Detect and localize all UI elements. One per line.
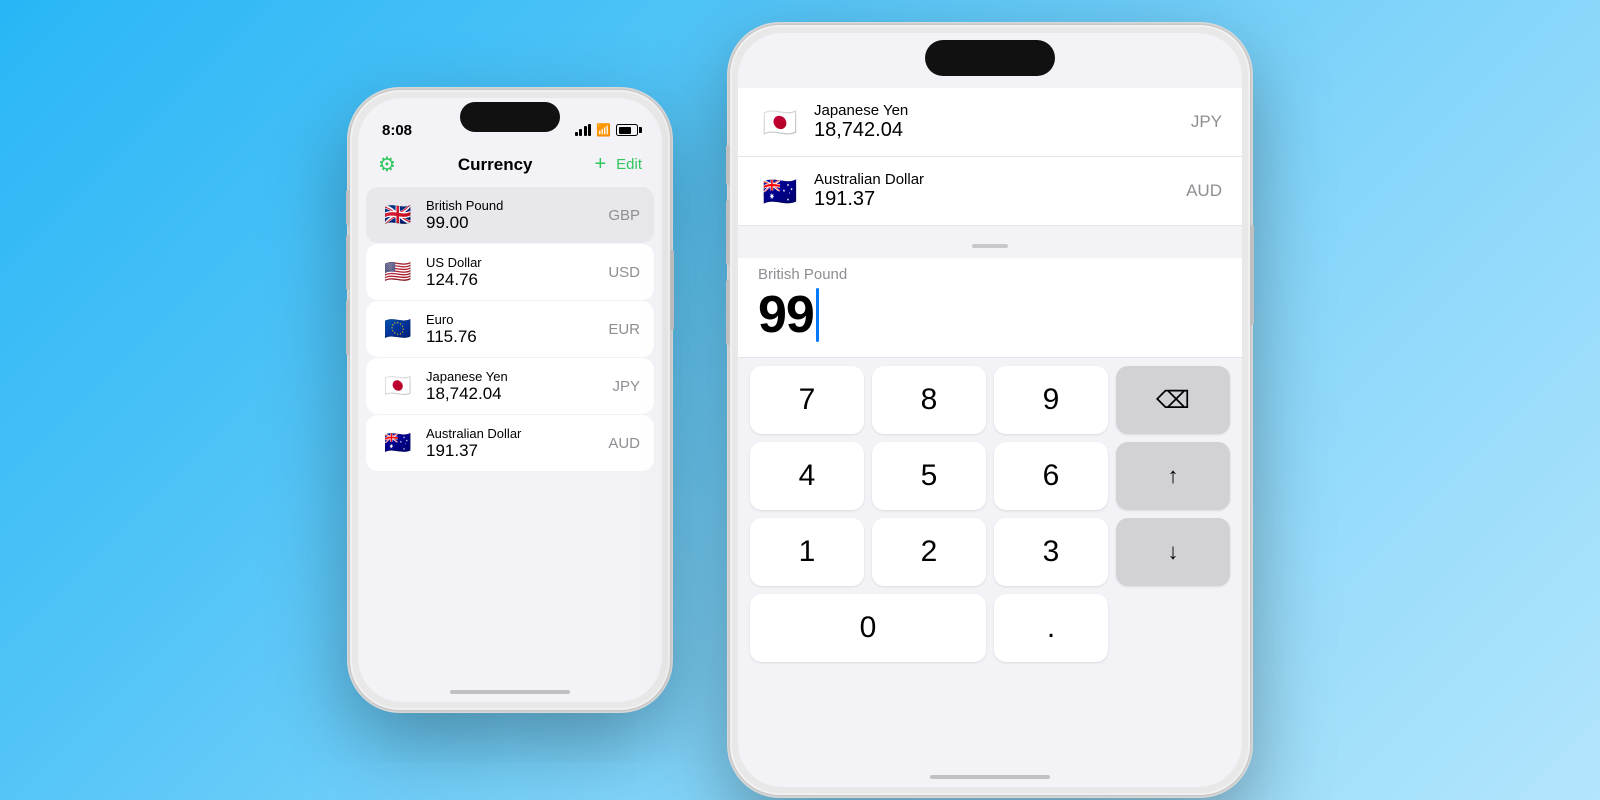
list-item[interactable]: 🇪🇺 Euro 115.76 EUR <box>366 301 654 357</box>
volume-down-button <box>346 300 350 355</box>
currency-code: EUR <box>608 321 640 338</box>
mute-button <box>346 190 350 225</box>
down-arrow-icon: ↓ <box>1168 539 1179 565</box>
key-7[interactable]: 7 <box>750 366 864 434</box>
page-title: Currency <box>458 155 533 175</box>
flag-usd: 🇺🇸 <box>380 254 416 290</box>
input-section: British Pound 99 <box>738 258 1242 358</box>
list-item[interactable]: 🇯🇵 Japanese Yen 18,742.04 JPY <box>366 358 654 414</box>
currency-code: GBP <box>608 207 640 224</box>
iphone-left: 8:08 📶 ⚙ Currency <box>350 90 670 710</box>
mute-button-right <box>726 145 730 185</box>
key-9[interactable]: 9 <box>994 366 1108 434</box>
scroll-area: 🇯🇵 Japanese Yen 18,742.04 JPY 🇦🇺 Austral… <box>738 88 1242 226</box>
flag-gbp: 🇬🇧 <box>380 197 416 233</box>
up-arrow-icon: ↑ <box>1168 463 1179 489</box>
drag-indicator <box>972 244 1008 248</box>
list-item[interactable]: 🇺🇸 US Dollar 124.76 USD <box>366 244 654 300</box>
phones-container: 8:08 📶 ⚙ Currency <box>350 5 1250 795</box>
currency-code: USD <box>608 264 640 281</box>
flag-aud: 🇦🇺 <box>380 425 416 461</box>
currency-code: AUD <box>1186 181 1222 201</box>
nav-actions: + Edit <box>594 153 642 176</box>
text-cursor <box>816 288 819 342</box>
currency-code: JPY <box>1191 112 1222 132</box>
scroll-item-aud[interactable]: 🇦🇺 Australian Dollar 191.37 AUD <box>738 157 1242 226</box>
flag-jpy-right: 🇯🇵 <box>758 100 802 144</box>
backspace-button[interactable]: ⌫ <box>1116 366 1230 434</box>
numpad: 7 8 9 ⌫ 4 5 6 ↑ 1 2 3 ↓ <box>738 358 1242 672</box>
settings-icon[interactable]: ⚙ <box>378 152 396 177</box>
flag-jpy: 🇯🇵 <box>380 368 416 404</box>
home-indicator-right <box>930 775 1050 779</box>
currency-name: Japanese Yen <box>426 369 602 384</box>
currency-name: Australian Dollar <box>814 171 1174 188</box>
backspace-icon: ⌫ <box>1156 386 1190 415</box>
home-indicator <box>450 690 570 694</box>
volume-up-button-right <box>726 200 730 265</box>
currency-name: Japanese Yen <box>814 102 1179 119</box>
currency-name: Australian Dollar <box>426 426 598 441</box>
key-6[interactable]: 6 <box>994 442 1108 510</box>
currency-code: AUD <box>608 435 640 452</box>
currency-value: 115.76 <box>426 327 598 347</box>
currency-list: 🇬🇧 British Pound 99.00 GBP 🇺🇸 US Dollar … <box>358 187 662 471</box>
flag-eur: 🇪🇺 <box>380 311 416 347</box>
currency-value: 18,742.04 <box>814 119 1179 142</box>
currency-name: British Pound <box>426 198 598 213</box>
dynamic-island-right <box>925 40 1055 76</box>
currency-name: US Dollar <box>426 255 598 270</box>
status-icons: 📶 <box>575 123 638 137</box>
left-screen: 8:08 📶 ⚙ Currency <box>358 98 662 702</box>
signal-icon <box>575 124 592 136</box>
key-4[interactable]: 4 <box>750 442 864 510</box>
key-1[interactable]: 1 <box>750 518 864 586</box>
currency-value: 191.37 <box>426 441 598 461</box>
currency-name: Euro <box>426 312 598 327</box>
active-currency-value: 99 <box>758 285 814 345</box>
key-5[interactable]: 5 <box>872 442 986 510</box>
status-time: 8:08 <box>382 122 412 139</box>
battery-icon <box>616 124 638 136</box>
currency-value: 99.00 <box>426 213 598 233</box>
key-3[interactable]: 3 <box>994 518 1108 586</box>
edit-button[interactable]: Edit <box>616 156 642 173</box>
currency-code: JPY <box>612 378 640 395</box>
volume-down-button-right <box>726 280 730 345</box>
scroll-item-jpy[interactable]: 🇯🇵 Japanese Yen 18,742.04 JPY <box>738 88 1242 157</box>
flag-aud-right: 🇦🇺 <box>758 169 802 213</box>
key-dot[interactable]: . <box>994 594 1108 662</box>
currency-value: 18,742.04 <box>426 384 602 404</box>
dynamic-island <box>460 102 560 132</box>
key-0[interactable]: 0 <box>750 594 986 662</box>
active-currency-label: British Pound <box>758 266 1222 283</box>
down-arrow-button[interactable]: ↓ <box>1116 518 1230 586</box>
iphone-right: 🇯🇵 Japanese Yen 18,742.04 JPY 🇦🇺 Austral… <box>730 25 1250 795</box>
power-button-right <box>1250 225 1254 325</box>
volume-up-button <box>346 235 350 290</box>
power-button <box>670 250 674 330</box>
up-arrow-button[interactable]: ↑ <box>1116 442 1230 510</box>
wifi-icon: 📶 <box>596 123 611 137</box>
add-currency-button[interactable]: + <box>594 153 606 176</box>
list-item[interactable]: 🇬🇧 British Pound 99.00 GBP <box>366 187 654 243</box>
currency-value: 124.76 <box>426 270 598 290</box>
list-item[interactable]: 🇦🇺 Australian Dollar 191.37 AUD <box>366 415 654 471</box>
key-2[interactable]: 2 <box>872 518 986 586</box>
right-screen: 🇯🇵 Japanese Yen 18,742.04 JPY 🇦🇺 Austral… <box>738 33 1242 787</box>
key-8[interactable]: 8 <box>872 366 986 434</box>
currency-value: 191.37 <box>814 188 1174 211</box>
nav-bar: ⚙ Currency + Edit <box>358 148 662 187</box>
